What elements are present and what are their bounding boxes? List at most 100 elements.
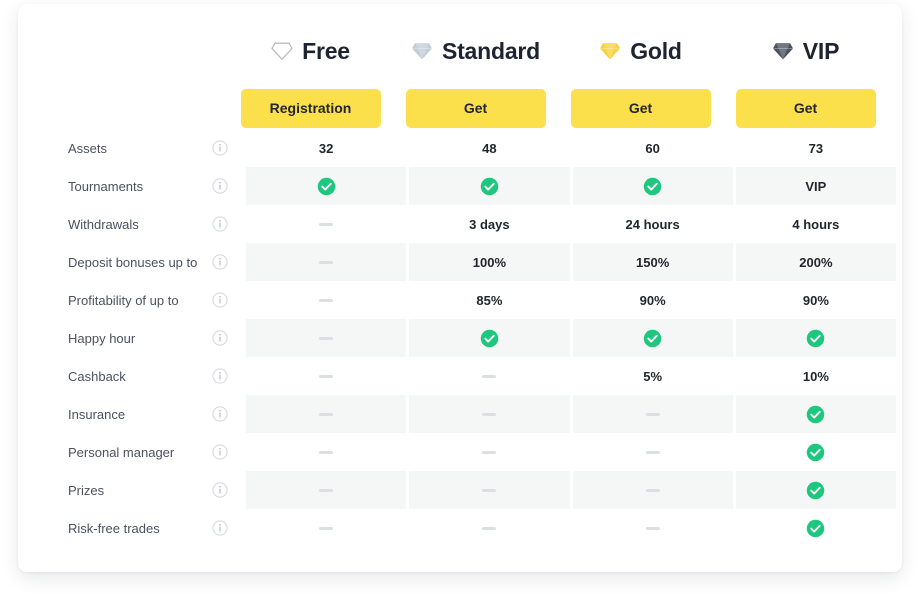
table-row: Happy hour [50, 319, 896, 357]
feature-value-cell [572, 319, 733, 357]
cta-cell-standard: Get [393, 89, 558, 128]
feature-value: 200% [799, 254, 833, 270]
feature-value-cell [246, 243, 407, 281]
feature-value-cell [736, 433, 896, 471]
dash-icon [482, 412, 497, 416]
dash-icon [482, 450, 497, 454]
feature-value: 24 hours [625, 216, 680, 232]
cta-button-gold[interactable]: Get [570, 89, 711, 128]
feature-value-cell: 100% [409, 243, 570, 281]
diamond-gold-icon [599, 41, 621, 61]
dash-icon [319, 412, 334, 416]
table-row: Profitability of up to 85% 90% 90% [50, 281, 896, 319]
cta-cell-gold: Get [558, 89, 723, 128]
dash-icon [645, 412, 660, 416]
plan-name: Free [302, 37, 350, 64]
plan-header-free: Free [228, 30, 393, 72]
feature-label-cell: Withdrawals [50, 205, 246, 243]
pricing-table-card: Free Standard Gold VIP Registration Get Get Ge… [18, 4, 902, 572]
features-table: Assets 32 48 60 73 Tournaments VIP Withdrawals 3… [50, 129, 896, 547]
diamond-black-icon [772, 41, 794, 61]
dash-icon [319, 488, 334, 492]
feature-label-cell: Happy hour [50, 319, 246, 357]
check-icon [806, 405, 825, 424]
check-icon [643, 177, 662, 196]
dash-icon [319, 450, 334, 454]
feature-value: 85% [476, 292, 503, 308]
info-icon[interactable] [212, 292, 228, 308]
dash-icon [319, 374, 334, 378]
feature-value-cell [409, 471, 570, 509]
feature-value-cell: 48 [409, 129, 569, 167]
feature-value: 90% [802, 292, 829, 308]
feature-value-cell [246, 319, 407, 357]
dash-icon [645, 526, 660, 530]
check-icon [806, 519, 825, 538]
feature-label-cell: Personal manager [50, 433, 246, 471]
info-icon[interactable] [212, 254, 228, 270]
feature-value-cell [573, 509, 733, 547]
feature-value-cell: 24 hours [573, 205, 733, 243]
feature-value-cell: 5% [573, 357, 733, 395]
feature-value-cell [246, 395, 407, 433]
feature-label: Profitability of up to [68, 292, 179, 308]
cta-button-standard[interactable]: Get [405, 89, 546, 128]
feature-value-cell [246, 205, 406, 243]
feature-value-cell [736, 509, 896, 547]
info-icon[interactable] [212, 216, 228, 232]
diamond-silver-icon [411, 41, 433, 61]
feature-label-cell: Risk-free trades [50, 509, 246, 547]
cta-button-vip[interactable]: Get [735, 89, 876, 128]
feature-label: Happy hour [68, 330, 136, 346]
feature-value-cell [572, 167, 733, 205]
info-icon[interactable] [212, 406, 228, 422]
diamond-outline-icon [271, 41, 293, 61]
pricing-comparison-page: Free Standard Gold VIP Registration Get Get Ge… [0, 0, 920, 594]
feature-value-cell [735, 319, 896, 357]
feature-label: Deposit bonuses up to [68, 254, 198, 270]
plan-header-vip: VIP [723, 30, 888, 72]
feature-value-cell [572, 471, 733, 509]
cta-button-free[interactable]: Registration [240, 89, 381, 128]
table-row: Deposit bonuses up to 100% 150% 200% [50, 243, 896, 281]
check-icon [643, 329, 662, 348]
feature-value-cell [735, 471, 896, 509]
feature-label: Personal manager [68, 444, 175, 460]
feature-value-cell [409, 319, 570, 357]
dash-icon [319, 526, 334, 530]
table-row: Assets 32 48 60 73 [50, 129, 896, 167]
check-icon [317, 177, 336, 196]
feature-label: Withdrawals [68, 216, 139, 232]
feature-value-cell: 32 [246, 129, 406, 167]
check-icon [806, 329, 825, 348]
feature-value-cell: 10% [736, 357, 896, 395]
feature-value-cell: VIP [735, 167, 896, 205]
info-icon[interactable] [212, 140, 228, 156]
feature-value-cell [409, 357, 569, 395]
dash-icon [482, 526, 497, 530]
info-icon[interactable] [212, 178, 228, 194]
info-icon[interactable] [212, 368, 228, 384]
check-icon [480, 329, 499, 348]
info-icon[interactable] [212, 330, 228, 346]
info-icon[interactable] [212, 444, 228, 460]
dash-icon [319, 260, 334, 264]
feature-value: 4 hours [792, 216, 840, 232]
feature-value: 5% [643, 368, 663, 384]
feature-value: 32 [318, 140, 334, 156]
feature-value: 60 [645, 140, 660, 156]
dash-icon [482, 374, 497, 378]
feature-label: Risk-free trades [68, 520, 160, 536]
feature-value-cell: 60 [573, 129, 733, 167]
plan-name: Gold [630, 37, 682, 64]
feature-value-cell: 4 hours [736, 205, 896, 243]
table-row: Risk-free trades [50, 509, 896, 547]
feature-value-cell [246, 471, 407, 509]
plan-header-gold: Gold [558, 30, 723, 72]
feature-value-cell [572, 395, 733, 433]
check-icon [806, 443, 825, 462]
dash-icon [482, 488, 497, 492]
info-icon[interactable] [212, 482, 228, 498]
feature-value-cell: 73 [736, 129, 896, 167]
info-icon[interactable] [212, 520, 228, 536]
